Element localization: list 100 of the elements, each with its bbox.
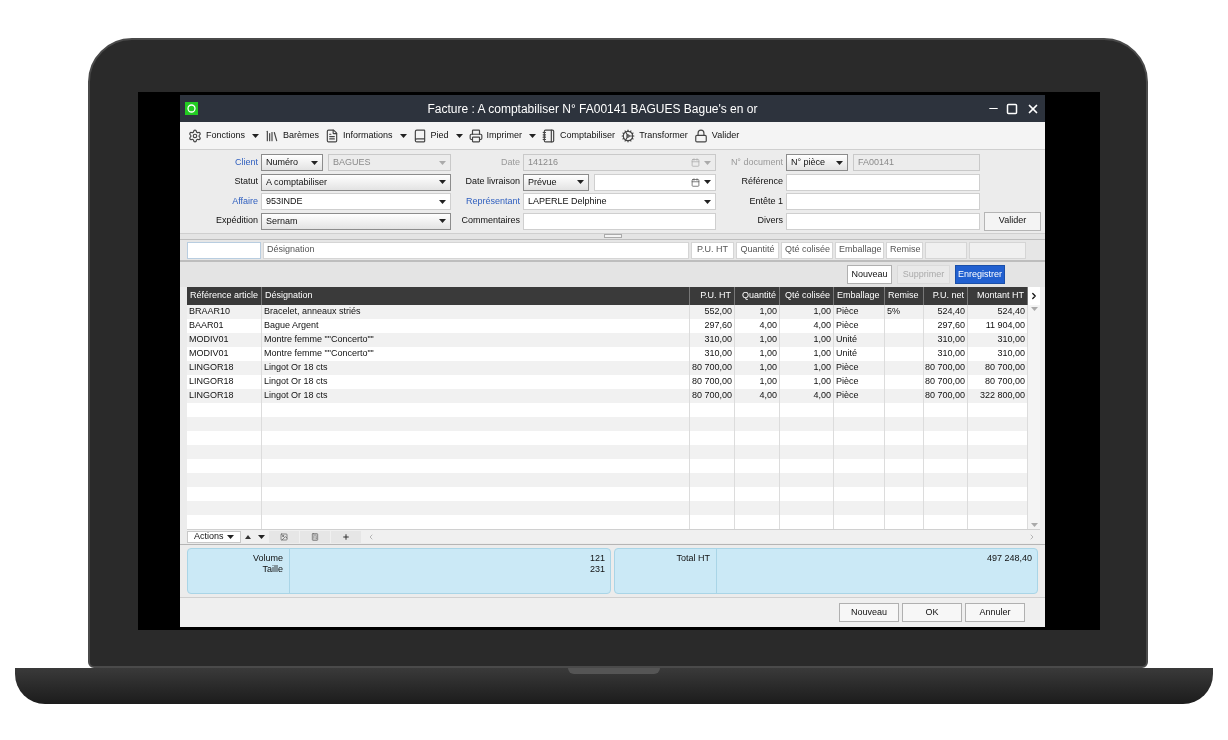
- toolbar-icon: [693, 128, 708, 143]
- toolbar-icon: [542, 128, 557, 143]
- caret-icon: [704, 160, 711, 165]
- field-label[interactable]: Représentant: [455, 194, 521, 209]
- maximize-icon[interactable]: [1006, 102, 1018, 115]
- field-label[interactable]: Client: [187, 155, 259, 170]
- table-cell: 80 700,00: [924, 389, 965, 403]
- toolbar-item[interactable]: Valider: [693, 128, 740, 143]
- summary-value: 121: [589, 553, 605, 564]
- input-field[interactable]: [786, 212, 980, 230]
- table-cell: Pièce: [836, 389, 859, 403]
- input-field[interactable]: [523, 212, 716, 230]
- select-field[interactable]: A comptabiliser: [261, 173, 451, 191]
- tool-button[interactable]: [330, 530, 361, 543]
- input-field[interactable]: Remise: [886, 241, 923, 259]
- up-icon: [244, 534, 251, 539]
- chevron-right-icon: [1029, 291, 1039, 301]
- button[interactable]: Nouveau: [839, 603, 899, 622]
- table-cell: 1,00: [759, 361, 777, 375]
- table-cell: Montre femme ""Concerto"": [264, 333, 374, 347]
- table-cell: 322 800,00: [979, 389, 1025, 403]
- toolbar-item[interactable]: Barèmes: [265, 128, 320, 143]
- select-field[interactable]: Prévue: [523, 173, 589, 191]
- splitter-handle[interactable]: [603, 234, 622, 238]
- toolbar-item[interactable]: Comptabiliser: [542, 128, 616, 143]
- field-label: Commentaires: [460, 214, 521, 228]
- input-field[interactable]: Emballage: [835, 241, 884, 259]
- calendar-icon: [691, 177, 700, 187]
- table-cell: 297,60: [937, 319, 965, 333]
- toolbar-item[interactable]: Imprimer: [468, 128, 537, 143]
- table-cell: 310,00: [937, 347, 965, 361]
- input-field[interactable]: [786, 173, 980, 191]
- field-label: Expédition: [214, 214, 259, 228]
- table-cell: 80 700,00: [984, 375, 1025, 389]
- table-cell: 1,00: [813, 361, 831, 375]
- table-cell: Pièce: [836, 305, 859, 319]
- table-cell: Pièce: [836, 361, 859, 375]
- table-cell: MODIV01: [189, 347, 229, 361]
- table-cell: 310,00: [997, 333, 1025, 347]
- field-label: N° document: [729, 155, 784, 169]
- select-field[interactable]: Sernam: [261, 212, 451, 230]
- caret-icon: [311, 160, 318, 165]
- table-cell: 1,00: [759, 375, 777, 389]
- input-field[interactable]: [187, 241, 261, 259]
- plus-icon: [341, 532, 350, 541]
- combo-field[interactable]: 953INDE: [261, 193, 451, 210]
- vertical-scrollbar[interactable]: [1028, 305, 1040, 529]
- toolbar-item[interactable]: Transformer: [621, 128, 688, 143]
- toolbar-item[interactable]: Informations: [325, 128, 407, 143]
- field-label: Statut: [233, 175, 259, 189]
- date-field[interactable]: [594, 173, 716, 191]
- caret-icon: [704, 199, 711, 204]
- table-cell: MODIV01: [189, 333, 229, 347]
- select-field[interactable]: Numéro: [261, 154, 323, 171]
- toolbar-item[interactable]: Pied: [412, 128, 463, 143]
- button[interactable]: OK: [902, 603, 962, 622]
- button[interactable]: Enregistrer: [955, 265, 1005, 284]
- table-cell: 80 700,00: [924, 375, 965, 389]
- field-label: Date livraison: [464, 175, 521, 189]
- table-cell: 1,00: [813, 375, 831, 389]
- table-cell: 310,00: [997, 347, 1025, 361]
- table-cell: 1,00: [759, 333, 777, 347]
- caret-icon: [252, 133, 260, 138]
- input-field[interactable]: [925, 241, 967, 259]
- input-field[interactable]: Désignation: [263, 241, 689, 259]
- table-cell: Unité: [836, 347, 857, 361]
- actions-button[interactable]: Actions: [187, 530, 241, 543]
- field-label: Date: [500, 155, 521, 169]
- table-cell: 310,00: [937, 333, 965, 347]
- tool-button[interactable]: [299, 530, 330, 543]
- button[interactable]: Valider: [984, 211, 1041, 231]
- toolbar-item[interactable]: Fonctions: [188, 128, 260, 143]
- input-field[interactable]: Quantité: [736, 241, 779, 259]
- table-cell: 310,00: [704, 347, 732, 361]
- table-cell: 4,00: [813, 319, 831, 333]
- caret-icon: [439, 160, 446, 165]
- scroll-right-button[interactable]: [1028, 287, 1040, 305]
- toolbar-icon: [188, 128, 202, 143]
- input-field[interactable]: Qté colisée: [781, 241, 833, 259]
- summary-value: 497 248,40: [986, 553, 1032, 564]
- table-cell: 11 904,00: [985, 319, 1025, 333]
- input-field[interactable]: P.U. HT: [691, 241, 734, 259]
- caret-icon: [455, 133, 463, 138]
- table-cell: Unité: [836, 333, 857, 347]
- button[interactable]: Annuler: [965, 603, 1025, 622]
- table-cell: 297,60: [704, 319, 732, 333]
- field-label: Entête 1: [748, 194, 784, 208]
- caret-icon: [399, 133, 407, 138]
- input-field[interactable]: [969, 241, 1026, 259]
- table-cell: 5%: [887, 305, 900, 319]
- table-cell: 1,00: [759, 305, 777, 319]
- table-cell: Lingot Or 18 cts: [264, 375, 328, 389]
- summary-label: Total HT: [676, 553, 710, 564]
- field-label[interactable]: Affaire: [187, 194, 259, 209]
- input-field[interactable]: [786, 193, 980, 210]
- button[interactable]: Nouveau: [847, 265, 892, 284]
- combo-field[interactable]: LAPERLE Delphine: [523, 193, 716, 210]
- caret-icon: [836, 160, 843, 165]
- caret-icon: [529, 133, 537, 138]
- scroll-right-icon[interactable]: [1028, 532, 1036, 541]
